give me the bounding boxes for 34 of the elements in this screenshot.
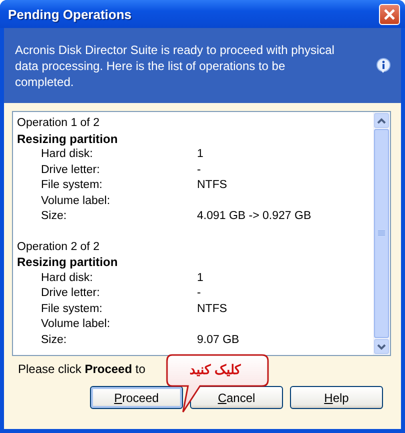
instruction-text: Please click Proceed to: [18, 362, 146, 376]
field-label: Size:: [41, 209, 68, 224]
field-label: Hard disk:: [41, 147, 94, 162]
field-label: File system:: [41, 178, 104, 193]
scrollbar[interactable]: [373, 112, 390, 355]
field-label: File system:: [41, 302, 104, 316]
operation-heading: Operation 1 of 2: [17, 116, 100, 131]
header-message: Acronis Disk Director Suite is ready to proceed with physical data processing. Here is the list of operations to be completed.: [15, 42, 336, 90]
close-icon: [383, 8, 396, 20]
window-title: Pending Operations: [8, 6, 132, 22]
field-label: Size:: [41, 332, 68, 348]
field-value: 1: [197, 270, 204, 286]
operation-title: Resizing partition: [17, 255, 119, 270]
dialog-button[interactable]: Proceed: [90, 386, 183, 409]
field-value: -: [197, 286, 202, 301]
operation-heading: Operation 2 of 2: [17, 240, 100, 254]
close-button[interactable]: [379, 4, 400, 24]
field-label: Volume label:: [41, 317, 112, 332]
field-value: -: [197, 162, 202, 178]
info-icon: [376, 58, 391, 74]
grip-icon: [378, 230, 385, 237]
callout-text: کلیک کنید: [188, 362, 242, 377]
field-label: Volume label:: [41, 194, 112, 208]
operation-title: Resizing partition: [17, 132, 119, 147]
field-label: Drive letter:: [41, 286, 101, 301]
field-label: Hard disk:: [41, 270, 94, 286]
field-value: 4.091 GB -> 0.927 GB: [197, 209, 312, 224]
field-value: NTFS: [197, 178, 228, 193]
field-value: NTFS: [197, 302, 228, 316]
field-label: Drive letter:: [41, 162, 101, 178]
dialog-button[interactable]: Help: [290, 386, 383, 409]
field-value: 9.07 GB: [197, 332, 240, 348]
field-value: 1: [197, 147, 204, 162]
dialog-button[interactable]: Cancel: [190, 386, 283, 409]
